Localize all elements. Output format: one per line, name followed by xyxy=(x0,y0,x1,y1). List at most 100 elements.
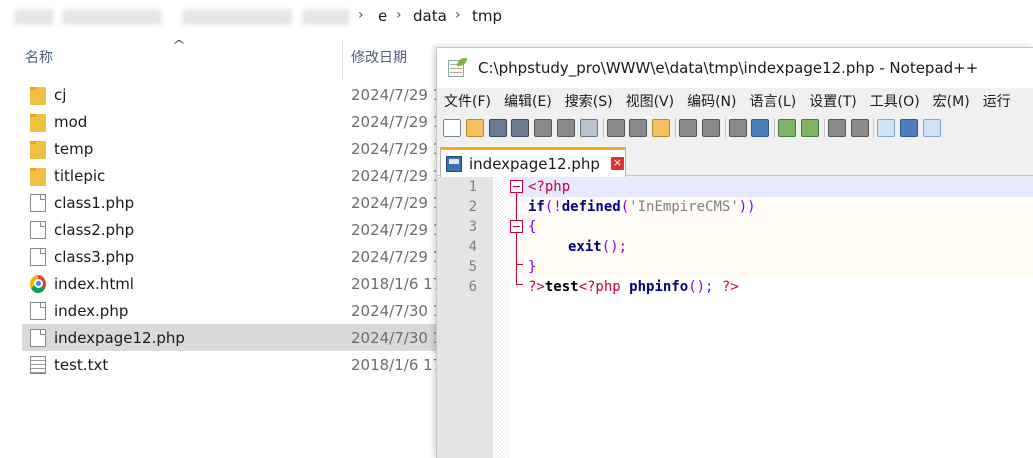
toolbar-separator xyxy=(674,118,676,138)
function-phpinfo: phpinfo xyxy=(629,279,689,295)
keyword-if: if xyxy=(528,199,545,215)
fold-margin[interactable] xyxy=(493,177,511,458)
menu-edit[interactable]: 编辑(E) xyxy=(504,91,552,111)
show-all-characters-icon[interactable] xyxy=(900,119,919,137)
word-wrap-icon[interactable] xyxy=(877,119,896,137)
new-file-icon[interactable] xyxy=(443,119,461,137)
close-icon[interactable]: × xyxy=(610,157,624,170)
save-all-icon[interactable] xyxy=(511,119,530,137)
operator: (! xyxy=(544,199,562,215)
indent-guide-icon[interactable] xyxy=(922,119,941,137)
breadcrumb-chevron-icon: › xyxy=(455,7,461,23)
zoom-out-icon[interactable] xyxy=(800,119,819,137)
file-row[interactable]: index.html 2018/1/6 17 xyxy=(22,270,442,297)
print-icon[interactable] xyxy=(579,119,598,137)
fold-end-marker xyxy=(516,264,523,265)
replace-icon[interactable] xyxy=(751,119,770,137)
saved-file-icon xyxy=(446,155,462,172)
file-name: class2.php xyxy=(54,220,135,239)
address-bar[interactable]: › e › data › tmp xyxy=(0,0,1033,36)
file-name: titlepic xyxy=(54,166,106,185)
file-row[interactable]: class1.php 2024/7/29 1 xyxy=(22,189,442,216)
fold-line xyxy=(516,193,517,220)
menu-language[interactable]: 语言(L) xyxy=(750,91,797,111)
menu-tools[interactable]: 工具(O) xyxy=(870,91,920,111)
file-row[interactable]: class3.php 2024/7/29 1 xyxy=(22,243,442,270)
file-row[interactable]: index.php 2024/7/30 1 xyxy=(22,297,442,324)
window-title: C:\phpstudy_pro\WWW\e\data\tmp\indexpage… xyxy=(478,59,979,77)
menu-settings[interactable]: 设置(T) xyxy=(809,91,856,111)
file-row[interactable]: test.txt 2018/1/6 17 xyxy=(22,351,442,378)
file-modified-date: 2018/1/6 17 xyxy=(351,355,443,374)
tab-label: indexpage12.php xyxy=(469,154,600,173)
menu-view[interactable]: 视图(V) xyxy=(626,91,675,111)
open-file-icon[interactable] xyxy=(465,119,484,137)
file-row[interactable]: mod 2024/7/29 1 xyxy=(22,108,442,135)
folder-icon xyxy=(30,167,46,186)
close-all-icon[interactable] xyxy=(556,119,575,137)
redo-icon[interactable] xyxy=(701,119,720,137)
php-open-tag: <?php xyxy=(528,179,571,195)
tab-bar: indexpage12.php × xyxy=(437,144,1033,177)
cut-icon[interactable] xyxy=(606,119,625,137)
breadcrumb-item-tmp[interactable]: tmp xyxy=(472,7,502,25)
file-row[interactable]: class2.php 2024/7/29 1 xyxy=(22,216,442,243)
php-close-tag: ?> xyxy=(721,279,739,295)
menu-search[interactable]: 搜索(S) xyxy=(565,91,613,111)
breadcrumb-item-data[interactable]: data xyxy=(413,7,447,25)
undo-icon[interactable] xyxy=(678,119,697,137)
php-close-tag: ?> xyxy=(528,279,545,295)
blurred-path-segment xyxy=(302,9,350,25)
brace: { xyxy=(528,219,537,235)
file-icon xyxy=(30,328,46,347)
file-name: class3.php xyxy=(54,247,135,266)
fold-collapse-icon[interactable] xyxy=(510,220,523,233)
column-header-name[interactable]: 名称 xyxy=(25,40,53,76)
html-text: test xyxy=(544,279,579,295)
window-title-bar[interactable]: C:\phpstudy_pro\WWW\e\data\tmp\indexpage… xyxy=(437,48,1033,88)
folder-icon xyxy=(30,113,46,132)
sync-horizontal-icon[interactable] xyxy=(850,119,869,137)
menu-file[interactable]: 文件(F) xyxy=(444,91,491,111)
operator: (); xyxy=(601,239,628,255)
copy-icon[interactable] xyxy=(629,119,648,137)
blurred-path-segment xyxy=(14,9,54,25)
file-modified-date: 2024/7/29 1 xyxy=(351,247,443,266)
menu-macro[interactable]: 宏(M) xyxy=(933,91,970,111)
line-number: 3 xyxy=(468,219,477,235)
column-header-date[interactable]: 修改日期 xyxy=(351,40,407,76)
toolbar-separator xyxy=(774,118,776,138)
function-defined: defined xyxy=(561,199,621,215)
fold-collapse-icon[interactable] xyxy=(510,180,523,193)
breadcrumb-item-e[interactable]: e xyxy=(378,7,387,25)
tab-indexpage12[interactable]: indexpage12.php × xyxy=(440,147,626,177)
file-row[interactable]: cj 2024/7/29 1 xyxy=(22,81,442,108)
find-icon[interactable] xyxy=(728,119,747,137)
save-icon[interactable] xyxy=(488,119,507,137)
file-modified-date: 2024/7/29 1 xyxy=(351,193,443,212)
line-number: 2 xyxy=(468,199,477,215)
file-row[interactable]: titlepic 2024/7/29 1 xyxy=(22,162,442,189)
fold-line xyxy=(516,233,517,284)
zoom-in-icon[interactable] xyxy=(778,119,797,137)
menu-run[interactable]: 运行 xyxy=(983,91,1011,111)
file-modified-date: 2024/7/30 1 xyxy=(351,301,443,320)
line-number-gutter: 1 2 3 4 5 6 xyxy=(437,177,493,458)
file-name: test.txt xyxy=(54,355,109,374)
toolbar-separator xyxy=(724,118,726,138)
code-editor[interactable]: 1 2 3 4 5 6 <?php if(!defined('InEmpireC… xyxy=(437,177,1033,458)
close-file-icon[interactable] xyxy=(534,119,553,137)
file-row[interactable]: temp 2024/7/29 1 xyxy=(22,135,442,162)
file-icon xyxy=(30,301,46,320)
sync-vertical-icon[interactable] xyxy=(827,119,846,137)
breadcrumb-chevron-icon: › xyxy=(396,7,402,23)
file-icon xyxy=(30,247,46,266)
column-divider[interactable] xyxy=(342,40,343,80)
file-modified-date: 2024/7/29 1 xyxy=(351,166,443,185)
folder-icon xyxy=(30,86,46,105)
paste-icon[interactable] xyxy=(652,119,671,137)
blurred-path-segment xyxy=(182,9,292,25)
file-row[interactable]: indexpage12.php 2024/7/30 1 xyxy=(22,324,442,351)
menu-encoding[interactable]: 编码(N) xyxy=(687,91,736,111)
breadcrumb-chevron-icon: › xyxy=(358,7,364,23)
